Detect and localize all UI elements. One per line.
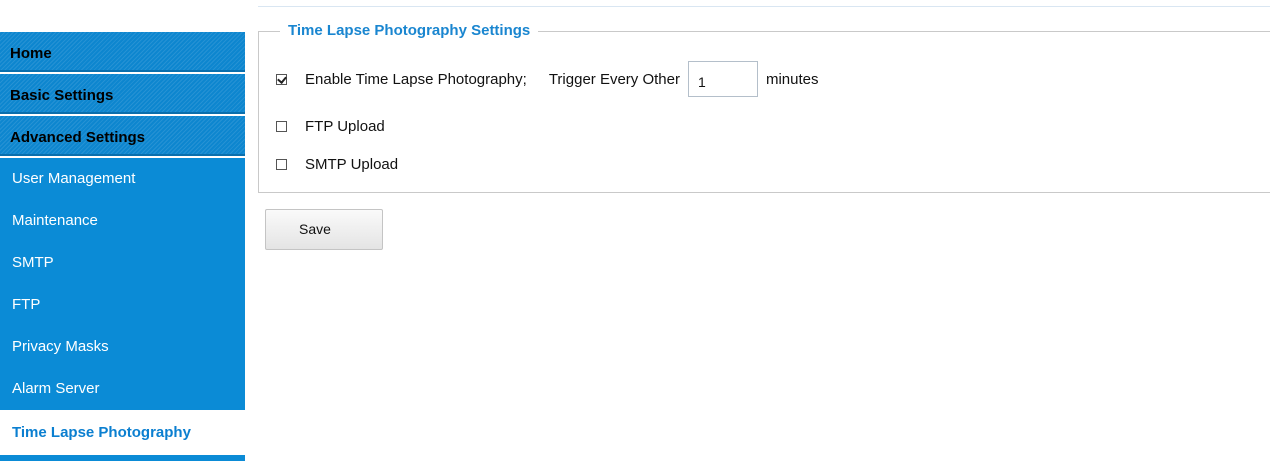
sidebar-category-label: Home bbox=[10, 45, 52, 62]
panel-title: Time Lapse Photography Settings bbox=[280, 20, 539, 42]
sidebar-category-label: Basic Settings bbox=[10, 87, 114, 104]
smtp-upload-checkbox[interactable] bbox=[276, 158, 287, 170]
enable-time-lapse-label: Enable Time Lapse Photography; bbox=[305, 70, 527, 88]
sidebar-item-label: SMTP bbox=[12, 254, 54, 271]
sidebar-item-maintenance[interactable]: Maintenance bbox=[0, 200, 245, 242]
time-lapse-settings-panel: Time Lapse Photography Settings Enable T… bbox=[258, 20, 1270, 193]
sidebar-item-smtp[interactable]: SMTP bbox=[0, 242, 245, 284]
sidebar-category-basic-settings[interactable]: Basic Settings bbox=[0, 74, 245, 114]
enable-time-lapse-row: Enable Time Lapse Photography; Trigger E… bbox=[276, 61, 819, 97]
trigger-every-other-label: Trigger Every Other bbox=[548, 70, 680, 88]
sidebar-category-label: Advanced Settings bbox=[10, 129, 146, 146]
save-button[interactable]: Save bbox=[265, 209, 383, 250]
sidebar-item-user-management[interactable]: User Management bbox=[0, 158, 245, 200]
sidebar-item-privacy-masks[interactable]: Privacy Masks bbox=[0, 326, 245, 368]
sidebar-item-label: Alarm Server bbox=[12, 380, 100, 397]
sidebar-item-label: Time Lapse Photography bbox=[12, 424, 191, 441]
smtp-upload-row: SMTP Upload bbox=[276, 152, 398, 176]
sidebar-item-time-lapse-photography[interactable]: Time Lapse Photography bbox=[0, 411, 245, 455]
trigger-interval-input[interactable] bbox=[687, 61, 758, 97]
sidebar-item-label: FTP bbox=[12, 296, 41, 313]
ftp-upload-row: FTP Upload bbox=[276, 114, 385, 138]
top-divider bbox=[258, 6, 1270, 7]
ftp-upload-label: FTP Upload bbox=[305, 117, 385, 135]
sidebar: Home Basic Settings Advanced Settings Us… bbox=[0, 0, 245, 461]
sidebar-category-home[interactable]: Home bbox=[0, 32, 245, 72]
sidebar-item-label: Maintenance bbox=[12, 212, 98, 229]
sidebar-top bbox=[0, 0, 245, 32]
sidebar-item-label: Privacy Masks bbox=[12, 338, 109, 355]
page: Home Basic Settings Advanced Settings Us… bbox=[0, 0, 1270, 461]
sidebar-category-advanced-settings[interactable]: Advanced Settings bbox=[0, 116, 245, 156]
sidebar-item-ftp[interactable]: FTP bbox=[0, 284, 245, 326]
sidebar-item-label: User Management bbox=[12, 170, 136, 187]
trigger-unit-label: minutes bbox=[765, 70, 819, 88]
sidebar-bottom-bar bbox=[0, 455, 245, 461]
enable-time-lapse-checkbox[interactable] bbox=[276, 73, 287, 85]
smtp-upload-label: SMTP Upload bbox=[305, 155, 399, 173]
ftp-upload-checkbox[interactable] bbox=[276, 120, 287, 132]
sidebar-item-alarm-server[interactable]: Alarm Server bbox=[0, 368, 245, 410]
